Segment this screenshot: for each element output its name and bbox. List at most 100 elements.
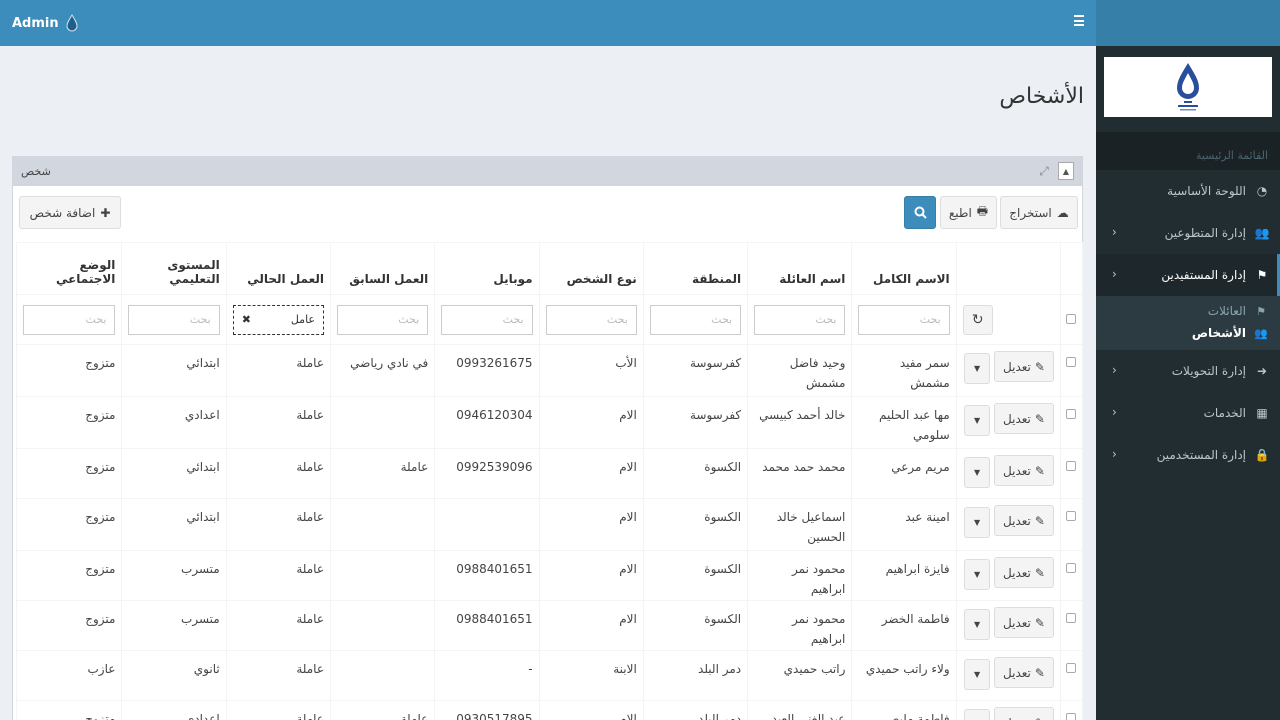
cell-mobile (434, 498, 540, 551)
cell-person-type: الام (538, 396, 644, 449)
edit-button[interactable]: ✎تعديل (994, 455, 1054, 486)
row-checkbox[interactable] (1066, 357, 1076, 367)
sidebar-item-beneficiaries[interactable]: ⚑ إدارة المستفيدين ‹ (1096, 254, 1280, 296)
row-select-cell (1059, 700, 1084, 720)
cell-region: كفرسوسة (642, 396, 749, 449)
row-dropdown-button[interactable]: ▼ (964, 609, 991, 640)
cell-region: دمر البلد (642, 650, 749, 701)
cell-previous-work (329, 650, 436, 701)
row-checkbox[interactable] (1066, 663, 1076, 673)
education-search-input[interactable]: بحث (128, 304, 220, 335)
row-dropdown-button[interactable]: ▼ (964, 659, 991, 690)
cell-previous-work: في نادي رياضي (329, 344, 436, 397)
dashboard-icon: ◔ (1256, 184, 1268, 198)
marital-search-input[interactable]: بحث (23, 304, 116, 335)
add-person-button[interactable]: ✚ اضافة شخص (19, 196, 121, 229)
current-work-search-input[interactable]: عامل ✖ (232, 304, 324, 335)
sidebar-item-dashboard[interactable]: ◔ اللوحة الأساسية (1096, 170, 1280, 212)
sidebar-subitem-families[interactable]: ⚑ العائلات (1096, 300, 1280, 322)
cell-marital-status: متزوج (15, 344, 123, 397)
row-dropdown-button[interactable]: ▼ (964, 457, 991, 488)
row-checkbox[interactable] (1066, 409, 1076, 419)
header-education-level[interactable]: المستوى التعليمي (121, 242, 227, 295)
pencil-icon: ✎ (1034, 565, 1045, 580)
header-person-type[interactable]: نوع الشخص (538, 242, 644, 295)
box-tools: ⤢ ▲ (1036, 162, 1074, 180)
expand-icon[interactable]: ⤢ (1036, 162, 1052, 180)
edit-button[interactable]: ✎تعديل (994, 403, 1054, 434)
region-search-input[interactable]: بحث (649, 304, 742, 335)
person-type-search-input[interactable]: بحث (545, 304, 637, 335)
header-full-name[interactable]: الاسم الكامل (851, 242, 957, 295)
edit-button[interactable]: ✎تعديل (994, 351, 1054, 382)
header-family-name[interactable]: اسم العائلة (747, 242, 853, 295)
row-checkbox[interactable] (1066, 713, 1076, 720)
row-checkbox[interactable] (1066, 563, 1076, 573)
row-checkbox[interactable] (1066, 613, 1076, 623)
cell-full-name: فاطمة مليص (851, 700, 957, 720)
edit-label: تعديل (1003, 615, 1031, 630)
row-checkbox[interactable] (1066, 511, 1076, 521)
row-dropdown-button[interactable]: ▼ (964, 709, 991, 720)
header-marital-status[interactable]: الوضع الاجتماعي (15, 242, 123, 295)
edit-button[interactable]: ✎تعديل (994, 557, 1054, 588)
previous-work-search-input[interactable]: بحث (336, 304, 429, 335)
refresh-button[interactable]: ↻ (962, 304, 993, 335)
row-dropdown-button[interactable]: ▼ (964, 559, 991, 590)
header-region[interactable]: المنطقة (642, 242, 749, 295)
cell-family-name: عبد الغني العبد (747, 700, 853, 720)
row-dropdown-button[interactable]: ▼ (964, 507, 991, 538)
edit-button[interactable]: ✎تعديل (994, 657, 1054, 688)
flag-icon: ⚑ (1256, 304, 1266, 318)
print-button[interactable]: 🖶 اطبع (940, 196, 997, 229)
header-mobile[interactable]: موبايل (434, 242, 540, 295)
family-name-search-input[interactable]: بحث (754, 304, 846, 335)
header-previous-work[interactable]: العمل السابق (329, 242, 436, 295)
cell-marital-status: عازب (15, 650, 123, 701)
sidebar-item-services[interactable]: ▦ الخدمات ‹ (1096, 392, 1280, 434)
pencil-icon: ✎ (1034, 513, 1045, 528)
select-all-checkbox[interactable] (1066, 313, 1076, 324)
box-header: شخص ⤢ ▲ (13, 156, 1082, 186)
chevron-down-icon: ‹ (1112, 267, 1117, 281)
header-current-work[interactable]: العمل الحالي (225, 242, 331, 295)
search-button[interactable] (904, 196, 936, 229)
table-row: ✎ تعديل ▼ ولاء راتب حميدي راتب حميدي دمر البل… (15, 650, 1084, 701)
edit-button[interactable]: ✎تعديل (994, 505, 1054, 536)
row-select-cell (1059, 600, 1084, 651)
search-placeholder: بحث (606, 313, 628, 326)
search-placeholder: بحث (711, 313, 733, 326)
row-dropdown-button[interactable]: ▼ (964, 353, 991, 384)
cell-family-name: محمود نمر ابراهيم (747, 550, 853, 601)
filter-cell: بحث (747, 294, 853, 345)
filter-cell: بحث (642, 294, 749, 345)
row-checkbox[interactable] (1066, 461, 1076, 471)
sidebar-item-volunteers[interactable]: 👥 إدارة المتطوعين ‹ (1096, 212, 1280, 254)
edit-button[interactable]: ✎تعديل (994, 707, 1054, 720)
sidebar-subitem-persons[interactable]: 👥 الأشخاص (1096, 322, 1280, 344)
sidebar-item-referrals[interactable]: ➜ إدارة التحويلات ‹ (1096, 350, 1280, 392)
row-actions-cell: ✎تعديل ▼ (955, 600, 1061, 651)
edit-label: تعديل (1003, 513, 1031, 528)
sidebar-item-users[interactable]: 🔒 إدارة المستخدمين ‹ (1096, 434, 1280, 476)
edit-button[interactable]: ✎تعديل (994, 607, 1054, 638)
row-actions-cell: ✎تعديل ▼ (955, 448, 1061, 499)
cell-education-level: ابتدائي (121, 344, 227, 397)
cell-person-type: الام (538, 498, 644, 551)
cell-education-level: ابتدائي (121, 498, 227, 551)
export-button[interactable]: ☁ استخراج (1000, 196, 1078, 229)
clear-icon[interactable]: ✖ (242, 313, 251, 326)
cell-current-work: عاملة (225, 650, 331, 701)
cell-education-level: ابتدائي (121, 448, 227, 499)
hamburger-icon[interactable] (1074, 15, 1084, 26)
sidebar-section-header: القائمة الرئيسية (1096, 132, 1280, 170)
full-name-search-input[interactable]: بحث (858, 304, 950, 335)
brand[interactable]: Admin (12, 14, 79, 32)
pencil-icon: ✎ (1034, 411, 1045, 426)
mobile-search-input[interactable]: بحث (441, 304, 533, 335)
row-dropdown-button[interactable]: ▼ (964, 405, 991, 436)
collapse-button[interactable]: ▲ (1058, 162, 1074, 180)
filter-select-cell (1059, 294, 1084, 345)
cell-person-type: الام (538, 550, 644, 601)
cell-region: كفرسوسة (642, 344, 749, 397)
